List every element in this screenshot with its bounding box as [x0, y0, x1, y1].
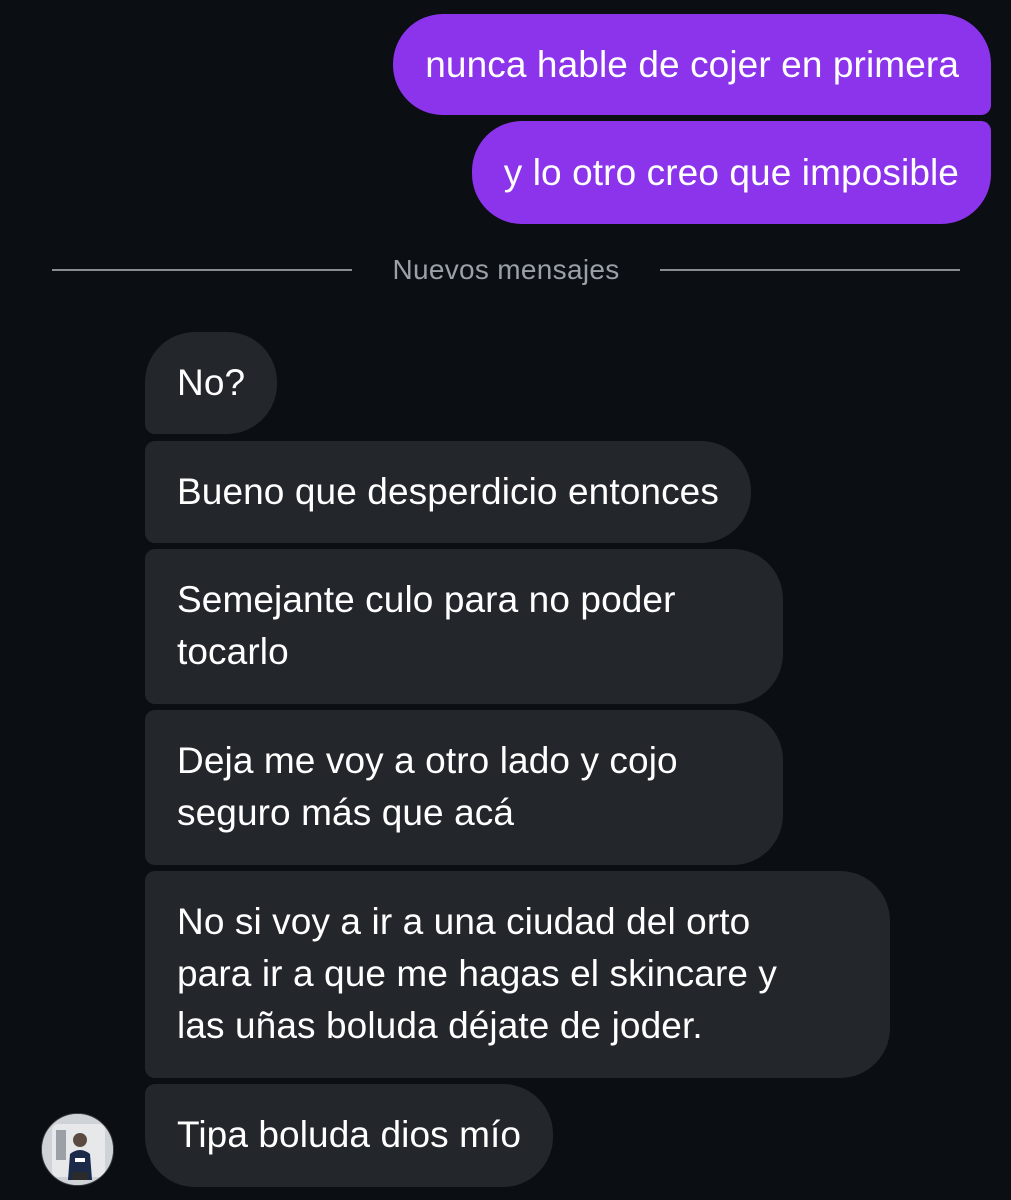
incoming-message[interactable]: No?	[145, 332, 278, 434]
incoming-message[interactable]: No si voy a ir a una ciudad del orto par…	[145, 871, 890, 1078]
incoming-message[interactable]: Tipa boluda dios mío	[145, 1084, 554, 1187]
message-thread: nunca hable de cojer en primera y lo otr…	[0, 0, 1011, 1200]
divider-line	[660, 269, 960, 271]
incoming-message[interactable]: Deja me voy a otro lado y cojo seguro má…	[145, 710, 783, 865]
incoming-message[interactable]: Bueno que desperdicio entonces	[145, 441, 751, 543]
sender-avatar[interactable]	[41, 1113, 114, 1186]
outgoing-message[interactable]: nunca hable de cojer en primera	[393, 14, 991, 115]
new-messages-divider: Nuevos mensajes	[52, 248, 960, 292]
avatar-photo-icon	[42, 1114, 113, 1185]
outgoing-message[interactable]: y lo otro creo que imposible	[471, 121, 991, 224]
incoming-message[interactable]: Semejante culo para no poder tocarlo	[145, 549, 783, 704]
